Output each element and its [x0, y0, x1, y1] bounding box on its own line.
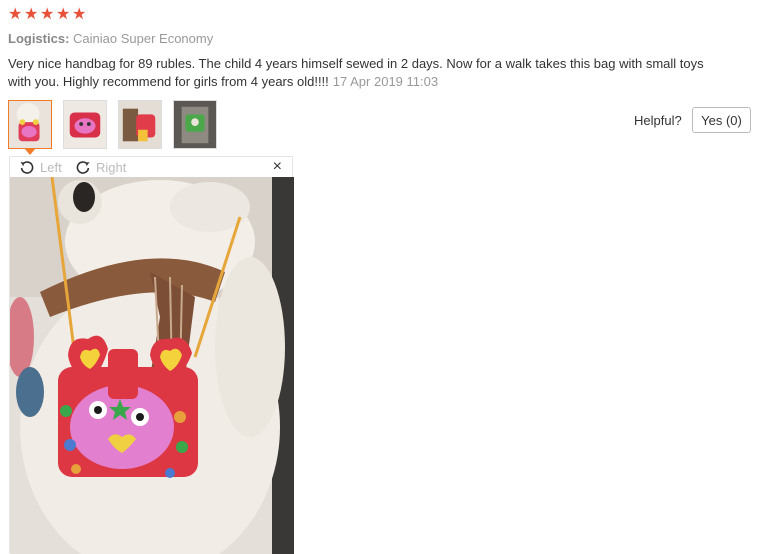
review-body: Very nice handbag for 89 rubles. The chi… [8, 55, 728, 91]
review-photo [10, 177, 294, 554]
rotate-right-label: Right [96, 159, 127, 175]
helpful-yes-button[interactable]: Yes (0) [692, 107, 751, 133]
thumbnail-3[interactable] [118, 100, 162, 149]
star-icon: ★ [72, 6, 87, 23]
review-thumbnails [8, 100, 217, 149]
helpful-label: Helpful? [634, 113, 682, 128]
rotate-left-button[interactable]: Left [19, 159, 62, 175]
active-thumbnail-pointer [24, 148, 36, 155]
thumbnail-4[interactable] [173, 100, 217, 149]
star-icon: ★ [8, 6, 23, 23]
review-date: 17 Apr 2019 11:03 [332, 74, 439, 89]
logistics-label: Logistics: [8, 31, 70, 46]
thumbnail-2[interactable] [63, 100, 107, 149]
star-icon: ★ [24, 6, 39, 23]
star-icon: ★ [40, 6, 55, 23]
rotate-right-icon [76, 161, 90, 174]
rotate-left-label: Left [40, 159, 62, 175]
rating-stars: ★ ★ ★ ★ ★ [8, 6, 87, 23]
close-icon[interactable]: × [273, 158, 282, 176]
star-icon: ★ [56, 6, 71, 23]
logistics-info: Logistics: Cainiao Super Economy [8, 31, 213, 46]
viewer-toolbar: Left Right × [10, 157, 292, 177]
image-viewer: Left Right × [9, 156, 294, 554]
rotate-left-icon [20, 161, 34, 174]
thumbnail-1[interactable] [8, 100, 52, 149]
logistics-value: Cainiao Super Economy [73, 31, 214, 46]
rotate-right-button[interactable]: Right [75, 159, 126, 175]
